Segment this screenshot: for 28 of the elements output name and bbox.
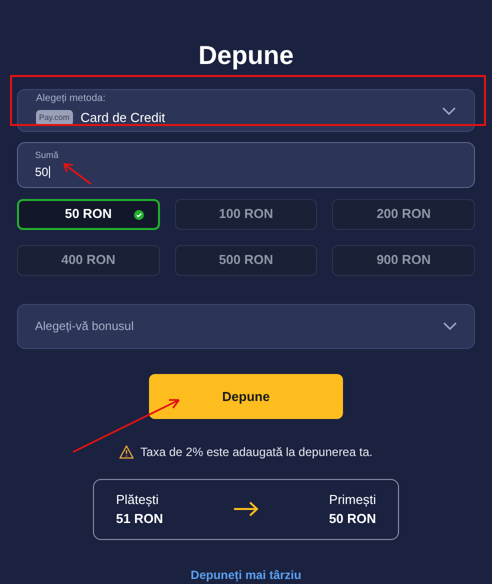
amount-field[interactable]: Sumă 50 (17, 142, 475, 188)
provider-badge: Pay.com (36, 110, 73, 126)
chevron-down-icon (443, 322, 457, 330)
page-title: Depune (198, 39, 294, 72)
field-label: Alegeți metoda: (36, 94, 106, 104)
method-value: Card de Credit (80, 108, 166, 127)
amount-option[interactable]: 200 RON (332, 198, 475, 230)
pay-label: Plătești (116, 490, 159, 509)
check-icon (134, 210, 144, 220)
receive-label: Primești (329, 490, 376, 509)
amount-option[interactable]: 400 RON (17, 244, 160, 276)
amount-option[interactable]: 500 RON (174, 244, 318, 276)
fee-notice: Taxa de 2% este adaugată la depunerea ta. (140, 444, 373, 461)
amount-option[interactable]: 100 RON (174, 198, 318, 230)
bonus-placeholder: Alegeți-vă bonusul (35, 318, 135, 336)
amount-option[interactable]: 50 RON (17, 198, 160, 230)
deposit-later-link[interactable]: Depuneți mai târziu (190, 566, 302, 584)
pay-amount: 51 RON (116, 510, 163, 528)
chevron-down-icon (442, 106, 456, 115)
amount-option[interactable]: 900 RON (332, 244, 475, 276)
field-label: Sumă (35, 151, 60, 160)
warning-icon (119, 445, 134, 459)
amount-value: 50 (35, 166, 50, 178)
bonus-select[interactable]: Alegeți-vă bonusul (17, 304, 475, 349)
deposit-button[interactable]: Depune (149, 374, 343, 419)
method-select[interactable]: Alegeți metoda: Pay.com Card de Credit (17, 89, 475, 132)
arrow-right-icon (233, 501, 259, 518)
receive-amount: 50 RON (329, 510, 376, 528)
